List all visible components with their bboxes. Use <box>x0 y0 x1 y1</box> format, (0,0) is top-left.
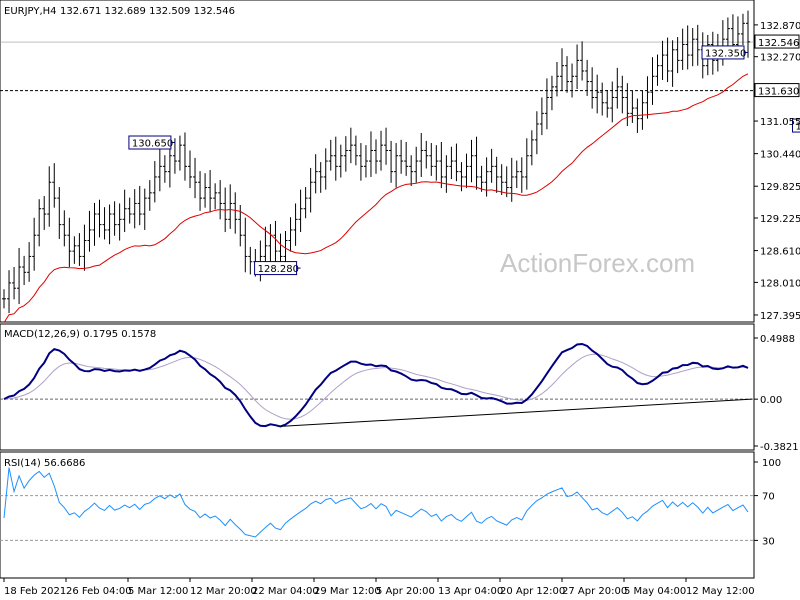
time-tick-label: 22 Mar 04:00 <box>252 586 319 597</box>
time-tick-label: 5 Mar 12:00 <box>128 586 188 597</box>
annotation-label: 130.650 <box>132 139 173 150</box>
rsi-panel <box>0 451 755 579</box>
price-tick-label: 130.440 <box>760 150 800 161</box>
time-tick-label: 13 Apr 04:00 <box>438 586 503 597</box>
current-price-label: 132.546 <box>758 38 799 49</box>
time-tick-label: 18 Feb 2021 <box>4 586 66 597</box>
ohlc-values: 132.671 132.689 132.509 132.546 <box>60 6 235 17</box>
time-tick-label: 27 Apr 20:00 <box>562 586 627 597</box>
time-tick-label: 20 Apr 12:00 <box>500 586 565 597</box>
time-tick-label: 5 Apr 20:00 <box>376 586 435 597</box>
time-tick-label: 5 May 04:00 <box>624 586 686 597</box>
macd-tick-label: -0.3821 <box>760 442 799 453</box>
macd-tick-label: 0.4988 <box>760 334 795 345</box>
price-tick-label: 128.010 <box>760 278 800 289</box>
price-annotation: 130.650 <box>128 135 175 150</box>
rsi-tick-label: 70 <box>762 492 775 503</box>
price-tick-label: 128.610 <box>760 247 800 258</box>
level-price-tag: 131.630 <box>754 83 800 98</box>
price-tick-label: 132.870 <box>760 21 800 32</box>
macd-tick-label: 0.00 <box>760 395 782 406</box>
annotation-label: 128.280 <box>258 264 299 275</box>
rsi-tick-label: 100 <box>762 458 781 469</box>
eurjpy-chart: EURJPY,H4 132.671 132.689 132.509 132.54… <box>0 0 800 597</box>
price-tick-label: 129.225 <box>760 214 800 225</box>
price-annotation: 132.350 <box>701 45 748 60</box>
time-tick-label: 12 May 12:00 <box>686 586 755 597</box>
rsi-label: RSI(14) 56.6686 <box>4 458 85 469</box>
level-price-label: 131.630 <box>758 87 799 98</box>
price-tick-label: 129.825 <box>760 182 800 193</box>
price-tick-label: 132.270 <box>760 53 800 64</box>
price-tick-label: 131.055 <box>760 117 800 128</box>
macd-panel <box>0 323 755 451</box>
symbol-title: EURJPY,H4 <box>4 6 57 17</box>
time-tick-label: 29 Mar 12:00 <box>314 586 381 597</box>
macd-label: MACD(12,26,9) 0.1795 0.1578 <box>4 329 156 340</box>
rsi-tick-label: 30 <box>762 536 775 547</box>
current-price-tag: 132.546 <box>754 34 800 49</box>
price-tick-label: 127.395 <box>760 311 800 322</box>
annotation-label: 132.350 <box>705 48 746 59</box>
time-tick-label: 26 Feb 04:00 <box>66 586 132 597</box>
time-tick-label: 12 Mar 20:00 <box>190 586 257 597</box>
watermark-logo: ActionForex.com <box>500 248 695 278</box>
price-annotation: 128.280 <box>254 261 301 276</box>
